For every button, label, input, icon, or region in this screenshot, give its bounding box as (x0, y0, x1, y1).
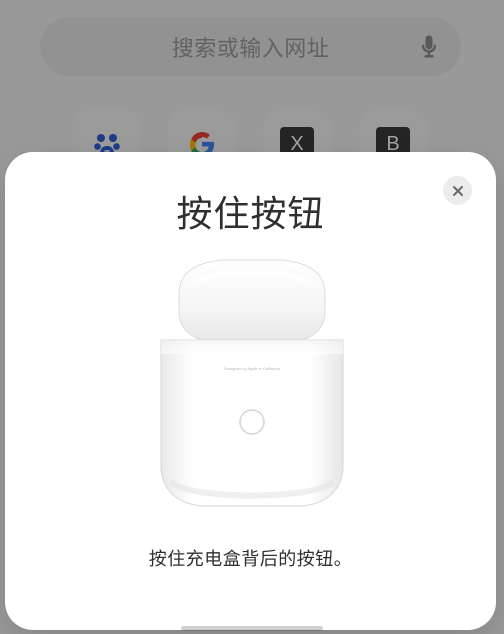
airpods-pairing-sheet: 按住按钮 Designed by Apple in California 按住充… (5, 152, 496, 630)
case-engraving-text: Designed by Apple in California (224, 366, 280, 371)
airpods-case-illustration: Designed by Apple in California (160, 259, 344, 507)
modal-instruction: 按住充电盒背后的按钮。 (148, 549, 353, 570)
home-indicator (181, 626, 323, 631)
modal-title: 按住按钮 (176, 194, 325, 235)
